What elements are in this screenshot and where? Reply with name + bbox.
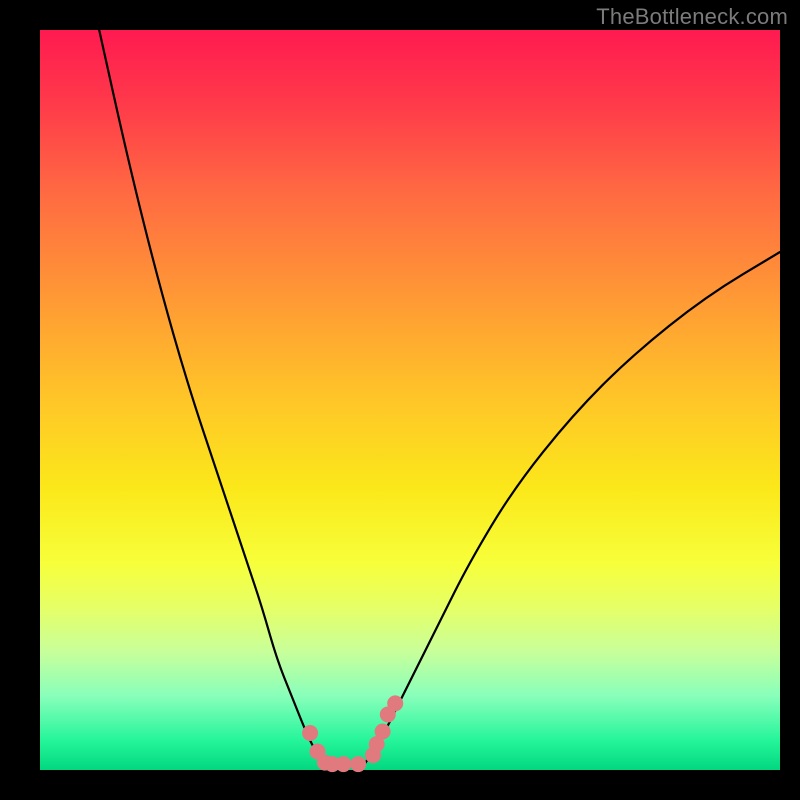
plot-area <box>40 30 780 770</box>
curve-left <box>99 30 321 763</box>
valley-marker <box>335 756 351 772</box>
valley-marker <box>375 724 391 740</box>
valley-marker <box>387 695 403 711</box>
chart-stage: TheBottleneck.com <box>0 0 800 800</box>
valley-marker <box>302 725 318 741</box>
watermark-text: TheBottleneck.com <box>596 4 788 30</box>
curve-right <box>366 252 780 763</box>
curve-layer <box>40 30 780 770</box>
valley-marker <box>350 756 366 772</box>
valley-markers <box>302 695 403 772</box>
